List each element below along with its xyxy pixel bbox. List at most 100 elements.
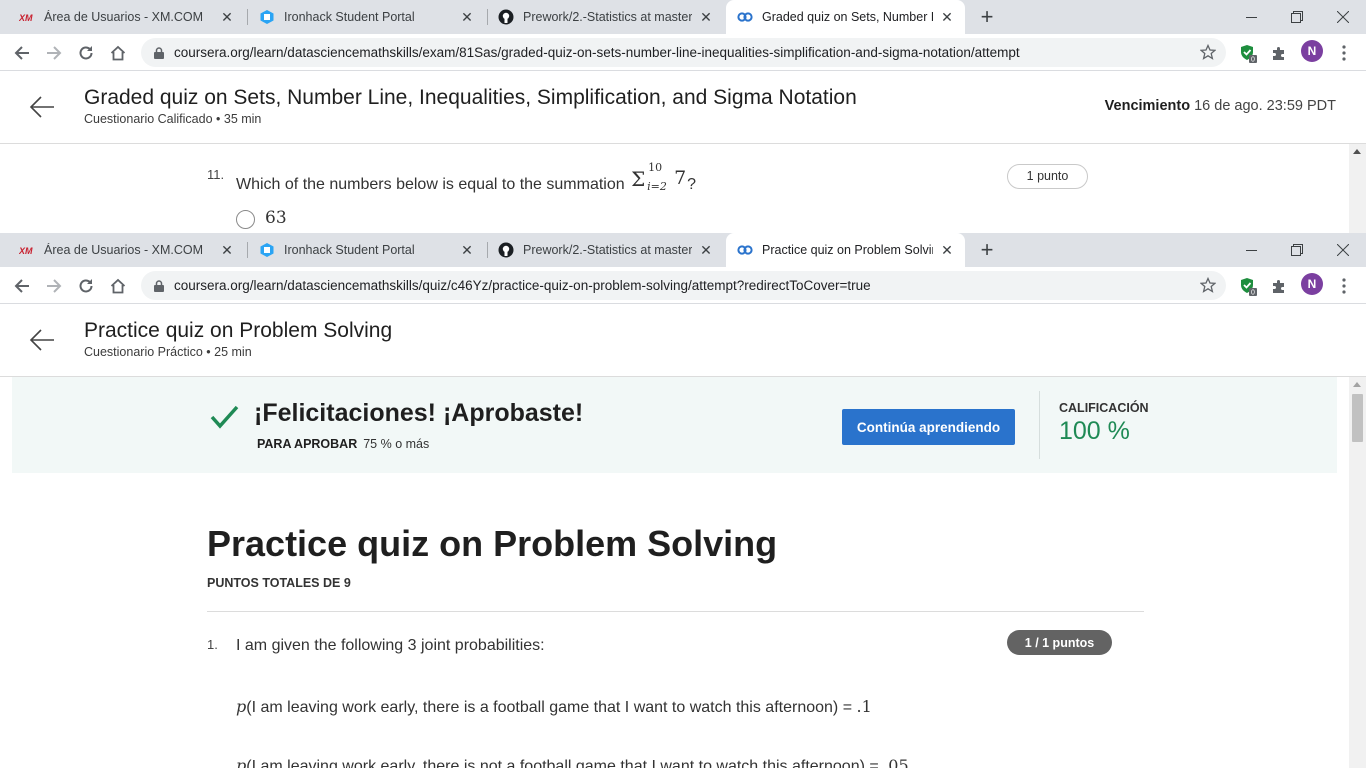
address-bar[interactable]: coursera.org/learn/datasciencemathskills… (141, 38, 1226, 67)
back-arrow-icon[interactable] (28, 326, 56, 354)
lock-icon (152, 46, 166, 60)
probability-value: .05 (883, 756, 909, 768)
tab-ironhack[interactable]: Ironhack Student Portal ✕ (240, 0, 485, 34)
forward-icon[interactable] (42, 274, 66, 298)
pass-value: 75 % o más (363, 437, 430, 451)
tab-title: Prework/2.-Statistics at master · N (523, 10, 692, 24)
close-tab-icon[interactable]: ✕ (459, 9, 475, 25)
question-text-after: ? (687, 176, 696, 193)
tab-github[interactable]: Prework/2.-Statistics at master · N ✕ (479, 0, 724, 34)
divider (1039, 391, 1040, 459)
sum-lower-bound: i=2 (647, 180, 667, 193)
profile-avatar[interactable]: N (1301, 40, 1323, 62)
answer-option-label: 63 (265, 208, 287, 228)
shield-extension-icon[interactable]: 0 (1236, 274, 1260, 298)
answer-radio[interactable] (236, 210, 255, 229)
probability-symbol: p (236, 697, 247, 716)
total-points: PUNTOS TOTALES DE 9 (207, 576, 351, 590)
bookmark-star-icon[interactable] (1199, 43, 1217, 60)
tab-xm[interactable]: XM Área de Usuarios - XM.COM ✕ (0, 233, 245, 267)
close-tab-icon[interactable]: ✕ (698, 242, 714, 258)
forward-icon[interactable] (42, 41, 66, 65)
tab-ironhack[interactable]: Ironhack Student Portal ✕ (240, 233, 485, 267)
congrats-headline: ¡Felicitaciones! ¡Aprobaste! (254, 399, 584, 427)
page-title: Practice quiz on Problem Solving (84, 319, 393, 342)
scroll-up-arrow-icon[interactable] (1353, 149, 1361, 154)
sum-upper-bound: 10 (648, 161, 663, 174)
close-tab-icon[interactable]: ✕ (459, 242, 475, 258)
close-tab-icon[interactable]: ✕ (939, 242, 955, 258)
browser-menu-icon[interactable] (1332, 274, 1356, 298)
tab-practice-quiz[interactable]: Practice quiz on Problem Solving ✕ (726, 233, 965, 267)
browser-toolbar: coursera.org/learn/datasciencemathskills… (0, 34, 1366, 71)
restore-button[interactable] (1274, 0, 1320, 34)
bookmark-star-icon[interactable] (1199, 276, 1217, 293)
home-icon[interactable] (106, 41, 130, 65)
close-tab-icon[interactable]: ✕ (219, 9, 235, 25)
xm-logo-icon: XM (19, 242, 35, 258)
question-text-before: Which of the numbers below is equal to t… (236, 176, 625, 193)
shield-extension-icon[interactable]: 0 (1236, 41, 1260, 65)
extension-badge-count: 0 (1251, 57, 1255, 63)
close-tab-icon[interactable]: ✕ (939, 9, 955, 25)
new-tab-button[interactable]: + (975, 6, 999, 30)
sigma-symbol: Σ (631, 167, 646, 191)
close-window-button[interactable] (1320, 0, 1366, 34)
back-icon[interactable] (10, 274, 34, 298)
minimize-button[interactable] (1228, 0, 1274, 34)
back-arrow-icon[interactable] (28, 93, 56, 121)
github-icon (498, 242, 514, 258)
question-text: Which of the numbers below is equal to t… (236, 161, 696, 194)
restore-button[interactable] (1274, 233, 1320, 267)
scrollbar-thumb[interactable] (1352, 394, 1363, 442)
extensions-puzzle-icon[interactable] (1267, 274, 1291, 298)
back-icon[interactable] (10, 41, 34, 65)
close-tab-icon[interactable]: ✕ (219, 242, 235, 258)
browser-menu-icon[interactable] (1332, 41, 1356, 65)
scroll-up-arrow-icon[interactable] (1353, 382, 1361, 387)
tab-title: Graded quiz on Sets, Number Lin (762, 10, 933, 24)
reload-icon[interactable] (74, 41, 98, 65)
divider (207, 611, 1144, 612)
coursera-icon (737, 9, 753, 25)
question-text: I am given the following 3 joint probabi… (236, 637, 545, 654)
svg-text:XM: XM (19, 13, 33, 22)
page-title: Graded quiz on Sets, Number Line, Inequa… (84, 86, 857, 109)
checkmark-icon (208, 401, 240, 433)
lock-icon (152, 279, 166, 293)
tab-title: Ironhack Student Portal (284, 10, 415, 24)
tab-title: Prework/2.-Statistics at master · N (523, 243, 692, 257)
tab-title: Ironhack Student Portal (284, 243, 415, 257)
probability-line-1: p(I am leaving work early, there is a fo… (236, 697, 872, 717)
sum-term: 7 (674, 167, 687, 189)
new-tab-button[interactable]: + (975, 239, 999, 263)
profile-avatar[interactable]: N (1301, 273, 1323, 295)
probability-line-2: p(I am leaving work early, there is not … (236, 756, 909, 768)
tab-github[interactable]: Prework/2.-Statistics at master · N ✕ (479, 233, 724, 267)
score-badge: 1 / 1 puntos (1007, 630, 1112, 655)
ironhack-icon (259, 9, 275, 25)
tab-xm[interactable]: XM Área de Usuarios - XM.COM ✕ (0, 0, 245, 34)
probability-text: (I am leaving work early, there is not a… (246, 758, 884, 768)
close-window-button[interactable] (1320, 233, 1366, 267)
continue-learning-button[interactable]: Continúa aprendiendo (842, 409, 1015, 445)
course-header: Practice quiz on Problem Solving Cuestio… (0, 304, 1366, 377)
tab-graded-quiz[interactable]: Graded quiz on Sets, Number Lin ✕ (726, 0, 965, 34)
grade-label: CALIFICACIÓN (1059, 401, 1149, 415)
probability-symbol: p (236, 756, 247, 768)
address-bar[interactable]: coursera.org/learn/datasciencemathskills… (141, 271, 1226, 300)
extensions-puzzle-icon[interactable] (1267, 41, 1291, 65)
pass-label: PARA APROBAR (257, 437, 358, 451)
quiz-content: ¡Felicitaciones! ¡Aprobaste! PARA APROBA… (0, 377, 1349, 768)
home-icon[interactable] (106, 274, 130, 298)
scrollbar[interactable] (1349, 377, 1366, 768)
scrollbar[interactable] (1349, 144, 1366, 233)
page-subtitle: Cuestionario Práctico • 25 min (84, 345, 252, 359)
tab-strip: XM Área de Usuarios - XM.COM ✕ Ironhack … (0, 0, 1366, 34)
minimize-button[interactable] (1228, 233, 1274, 267)
reload-icon[interactable] (74, 274, 98, 298)
url-text: coursera.org/learn/datasciencemathskills… (174, 45, 1020, 60)
browser-window-practice-quiz: XM Área de Usuarios - XM.COM ✕ Ironhack … (0, 233, 1366, 768)
ironhack-icon (259, 242, 275, 258)
close-tab-icon[interactable]: ✕ (698, 9, 714, 25)
